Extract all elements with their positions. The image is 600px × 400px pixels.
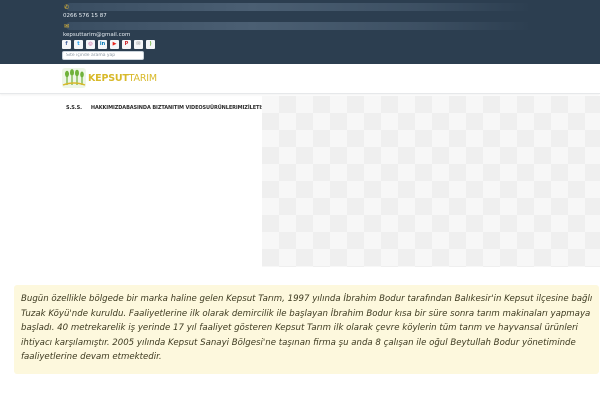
wheat-logo-icon: [62, 68, 86, 88]
logo[interactable]: KEPSUTTARIM: [62, 68, 157, 88]
decorative-stripe: [66, 3, 532, 11]
twitter-icon[interactable]: t: [74, 40, 83, 49]
pinterest-icon[interactable]: P: [122, 40, 131, 49]
nav-item-urunlerimiz[interactable]: ÜRÜNLERIMIZ: [210, 105, 248, 111]
main-nav: S.S.S. HAKKIMIZDA BASINDA BIZ TANITIM VI…: [66, 105, 271, 111]
nav-item-tanitim-videosu[interactable]: TANITIM VIDEOSU: [161, 105, 210, 111]
email-row: ✉: [63, 23, 70, 30]
phone-icon: ✆: [63, 4, 70, 11]
email-address-row[interactable]: kepsuttarim@gmail.com: [63, 32, 130, 39]
nav-item-basinda-biz[interactable]: BASINDA BIZ: [126, 105, 161, 111]
instagram-icon[interactable]: ◎: [86, 40, 95, 49]
decorative-stripe: [66, 22, 532, 30]
nav-item-hakkimizda[interactable]: HAKKIMIZDA: [91, 105, 126, 111]
email-address[interactable]: kepsuttarim@gmail.com: [63, 32, 130, 39]
logo-text: KEPSUTTARIM: [88, 73, 157, 84]
facebook-icon[interactable]: f: [62, 40, 71, 49]
about-box: Bugün özellikle bölgede bir marka haline…: [14, 285, 599, 374]
rss-icon[interactable]: ): [146, 40, 155, 49]
envelope-icon: ✉: [63, 23, 70, 30]
social-links: f t ◎ in ▶ P ✉): [62, 40, 155, 49]
youtube-icon[interactable]: ▶: [110, 40, 119, 49]
phone-row: ✆: [63, 4, 70, 11]
nav-item-sss[interactable]: S.S.S.: [66, 105, 82, 111]
email-share-icon[interactable]: ✉: [134, 40, 143, 49]
search-input[interactable]: [62, 51, 144, 60]
image-placeholder: [262, 96, 600, 267]
logo-text-thin: TARIM: [128, 72, 157, 84]
about-text: Bugün özellikle bölgede bir marka haline…: [21, 294, 593, 363]
logo-text-bold: KEPSUT: [88, 72, 129, 84]
phone-number[interactable]: 0266 576 15 87: [63, 13, 107, 20]
linkedin-icon[interactable]: in: [98, 40, 107, 49]
top-bar: ✆ 0266 576 15 87 ✉ kepsuttarim@gmail.com…: [0, 0, 600, 64]
phone-number-row[interactable]: 0266 576 15 87: [63, 13, 107, 20]
